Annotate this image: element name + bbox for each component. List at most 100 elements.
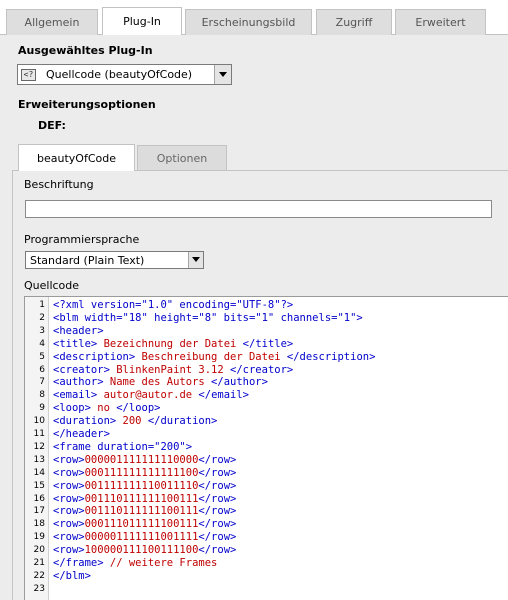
- code-tag: </row>: [198, 518, 237, 531]
- line-number: 10: [33, 416, 45, 427]
- code-plugin-icon: <?: [21, 69, 36, 81]
- line-number: 18: [33, 519, 45, 530]
- code-text: <row>001110111111100111</row>: [53, 493, 236, 506]
- line-number: 8: [39, 390, 45, 401]
- code-tag: </row>: [198, 479, 237, 492]
- code-value: autor@autor.de: [97, 389, 199, 402]
- line-number: 2: [39, 312, 45, 323]
- code-tag: <row>: [53, 479, 85, 492]
- line-number: 14: [33, 467, 45, 478]
- code-text: </blm>: [53, 570, 91, 583]
- caption-label: Beschriftung: [24, 178, 94, 191]
- tab-erweitert[interactable]: Erweitert: [395, 9, 486, 35]
- caption-input[interactable]: [25, 200, 492, 218]
- code-line: 20 <row>100000111100111100</row>: [25, 544, 508, 557]
- code-tag: </title>: [242, 337, 294, 350]
- source-code-label: Quellcode: [24, 279, 80, 292]
- code-line: 22 </blm>: [25, 570, 508, 583]
- code-line: 1 <?xml version="1.0" encoding="UTF-8"?>: [25, 299, 508, 312]
- code-tag: <?xml version="1.0" encoding="UTF-8"?>: [53, 299, 294, 311]
- chevron-down-icon[interactable]: [188, 252, 203, 268]
- language-select-value: Standard (Plain Text): [30, 254, 145, 267]
- code-tag: <row>: [53, 544, 85, 557]
- code-text: <row>000111011111100111</row>: [53, 518, 236, 531]
- code-value: 100000111100111100: [84, 544, 199, 557]
- code-value: Bezeichnung der Datei: [97, 337, 243, 350]
- code-tag: </row>: [198, 544, 237, 557]
- line-number: 20: [33, 545, 45, 556]
- tab-erscheinungsbild[interactable]: Erscheinungsbild: [185, 9, 312, 35]
- code-line: 16 <row>001110111111100111</row>: [25, 493, 508, 506]
- code-value: 001111111110011110: [84, 479, 199, 492]
- line-number: 11: [33, 429, 45, 439]
- line-number: 23: [33, 583, 45, 594]
- code-text: <blm width="18" height="8" bits="1" chan…: [53, 312, 363, 325]
- code-line: 4 <title> Bezeichnung der Datei </title>: [25, 338, 508, 351]
- code-line: 3 <header>: [25, 325, 508, 338]
- plugin-panel: Ausgewähltes Plug-In <? Quellcode (beaut…: [0, 35, 508, 600]
- code-value: no: [90, 402, 117, 415]
- def-label: DEF:: [38, 119, 66, 132]
- code-value: 001110111111100111: [84, 492, 199, 505]
- beautyofcode-panel: Beschriftung Programmiersprache Standard…: [12, 170, 508, 600]
- code-tag: </row>: [198, 466, 237, 479]
- code-value: Beschreibung der Datei: [135, 350, 287, 363]
- code-line: 9 <loop> no </loop>: [25, 402, 508, 415]
- line-number: 15: [33, 480, 45, 491]
- code-tag: </description>: [286, 350, 376, 363]
- code-text: <frame duration="200">: [53, 441, 192, 454]
- code-line: 5 <description> Beschreibung der Datei </…: [25, 351, 508, 364]
- tab-optionen[interactable]: Optionen: [137, 145, 227, 170]
- code-tag: <email>: [53, 389, 98, 402]
- code-value: BlinkenPaint 3.12: [109, 363, 231, 376]
- code-text: </header>: [53, 428, 110, 441]
- tab-plug-in[interactable]: Plug-In: [102, 7, 182, 35]
- code-line: 23: [25, 583, 508, 596]
- plugin-select[interactable]: <? Quellcode (beautyOfCode): [17, 64, 232, 85]
- code-text: <loop> no </loop>: [53, 402, 161, 415]
- code-line: 6 <creator> BlinkenPaint 3.12 </creator>: [25, 364, 508, 377]
- line-number: 13: [33, 454, 45, 465]
- code-line: 21 </frame> // weitere Frames: [25, 557, 508, 570]
- code-tag: </frame>: [53, 557, 104, 569]
- line-number: 7: [39, 377, 45, 388]
- code-tag: </creator>: [230, 363, 294, 376]
- code-text: <?xml version="1.0" encoding="UTF-8"?>: [53, 299, 293, 312]
- line-number: 5: [39, 351, 45, 362]
- line-number: 22: [33, 570, 45, 581]
- code-text: <email> autor@autor.de </email>: [53, 389, 249, 402]
- code-tag: <blm width="18" height="8" bits="1" chan…: [53, 311, 363, 324]
- code-line: 2 <blm width="18" height="8" bits="1" cha…: [25, 312, 508, 325]
- tab-beautyofcode[interactable]: beautyOfCode: [18, 144, 135, 171]
- main-tab-bar: Allgemein Plug-In Erscheinungsbild Zugri…: [0, 0, 508, 35]
- plugin-select-value: Quellcode (beautyOfCode): [46, 68, 193, 81]
- tab-zugriff[interactable]: Zugriff: [316, 9, 392, 35]
- code-text: <row>100000111100111100</row>: [53, 544, 236, 557]
- code-tag: </row>: [198, 505, 237, 518]
- code-line: 8 <email> autor@autor.de </email>: [25, 389, 508, 402]
- code-tag: <duration>: [53, 415, 117, 428]
- code-text: <duration> 200 </duration>: [53, 415, 217, 428]
- code-tag: <row>: [53, 453, 85, 466]
- code-value: // weitere Frames: [103, 557, 218, 569]
- code-text: <description> Beschreibung der Datei </d…: [53, 351, 375, 364]
- code-tag: <header>: [53, 324, 104, 337]
- code-text: <author> Name des Autors </author>: [53, 376, 268, 389]
- code-tag: <loop>: [53, 402, 91, 415]
- code-text: <header>: [53, 325, 104, 338]
- code-line: 10 <duration> 200 </duration>: [25, 415, 508, 428]
- tab-allgemein[interactable]: Allgemein: [6, 9, 98, 35]
- source-code-editor[interactable]: 1 <?xml version="1.0" encoding="UTF-8"?> 2…: [24, 296, 508, 600]
- code-value: 000001111111110000: [84, 453, 199, 466]
- code-text: <row>000001111111001111</row>: [53, 531, 236, 544]
- line-number: 19: [33, 532, 45, 543]
- code-tag: </loop>: [116, 402, 161, 415]
- line-number: 9: [39, 403, 45, 414]
- code-tag: </duration>: [147, 415, 218, 428]
- code-tag: <row>: [53, 505, 85, 518]
- code-tag: </author>: [211, 376, 268, 389]
- code-value: 000111011111100111: [84, 518, 199, 531]
- code-tag: </row>: [198, 531, 237, 544]
- language-select[interactable]: Standard (Plain Text): [25, 251, 204, 269]
- chevron-down-icon[interactable]: [214, 65, 231, 84]
